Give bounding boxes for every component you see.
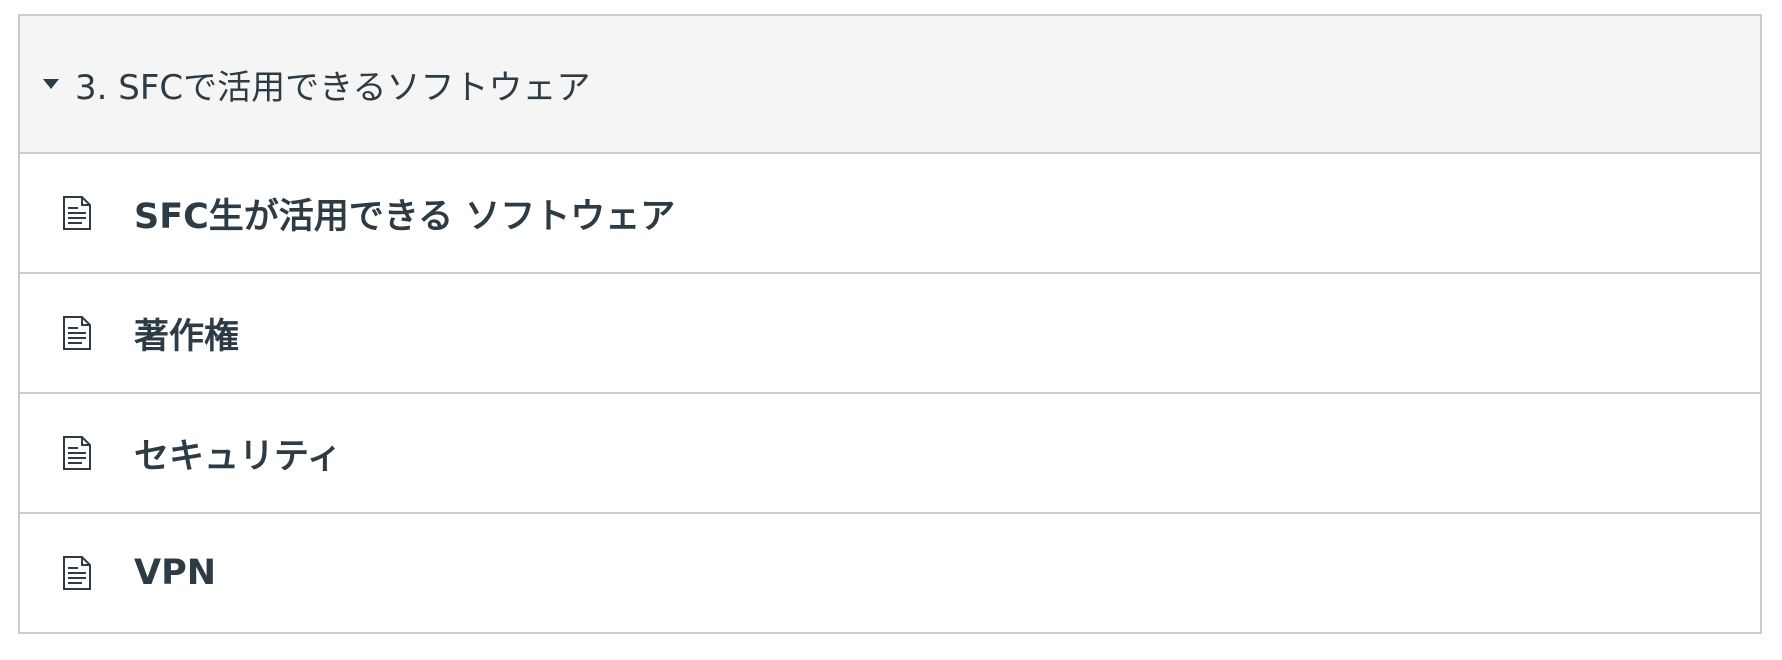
document-icon xyxy=(60,195,94,231)
module-container: 3. SFCで活用できるソフトウェア SFC生が活用できる ソフトウェア 著作権… xyxy=(18,14,1762,634)
module-header[interactable]: 3. SFCで活用できるソフトウェア xyxy=(20,16,1760,154)
document-icon xyxy=(60,315,94,351)
module-item-label[interactable]: SFC生が活用できる ソフトウェア xyxy=(134,188,675,239)
document-icon xyxy=(60,555,94,591)
module-item-label[interactable]: セキュリティ xyxy=(134,428,342,479)
caret-down-icon[interactable] xyxy=(43,79,59,89)
document-icon xyxy=(60,435,94,471)
module-title: 3. SFCで活用できるソフトウェア xyxy=(75,67,591,108)
module-item-security[interactable]: セキュリティ xyxy=(20,394,1760,514)
module-item-copyright[interactable]: 著作権 xyxy=(20,274,1760,394)
module-item-label[interactable]: 著作権 xyxy=(134,308,239,359)
module-item-vpn[interactable]: VPN xyxy=(20,514,1760,632)
module-item-software[interactable]: SFC生が活用できる ソフトウェア xyxy=(20,154,1760,274)
module-item-label[interactable]: VPN xyxy=(134,553,216,593)
